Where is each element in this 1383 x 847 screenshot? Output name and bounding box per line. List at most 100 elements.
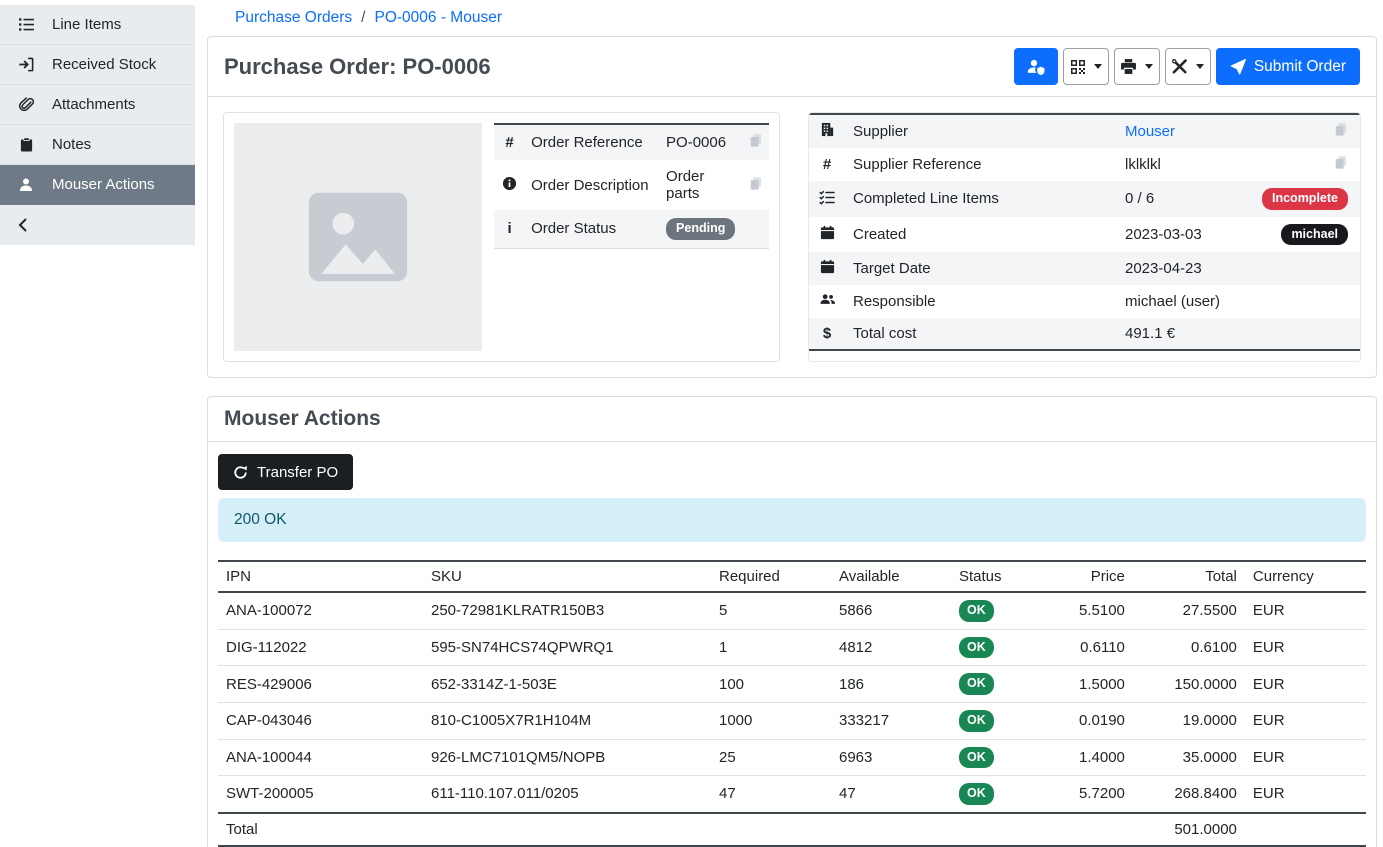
mouser-actions-body: Transfer PO 200 OK IPN SKU Required Avai… [208, 442, 1376, 847]
caret-down-icon [1094, 64, 1102, 69]
order-info-panel: # Order Reference PO-0006 Order Descript… [223, 112, 780, 362]
info-icon: i [507, 220, 511, 237]
status-badge: Pending [666, 218, 735, 240]
cell-price: 5.7200 [1071, 776, 1133, 813]
sidebar-item-label: Line Items [52, 16, 121, 33]
detail-label: Target Date [845, 252, 1117, 285]
detail-label: Supplier Reference [845, 148, 1117, 181]
cell-ipn: ANA-100044 [218, 739, 423, 776]
sidebar-item-notes[interactable]: Notes [0, 125, 195, 165]
cell-status: OK [951, 666, 1071, 703]
refresh-icon [233, 465, 248, 480]
ok-badge: OK [959, 710, 994, 732]
submit-order-button[interactable]: Submit Order [1216, 48, 1360, 85]
cell-required: 1 [711, 629, 831, 666]
detail-value: PO-0006 [660, 124, 741, 160]
barcode-actions-button[interactable] [1063, 48, 1109, 85]
user-shield-icon [1027, 58, 1045, 76]
detail-row-completed-line-items: Completed Line Items 0 / 6 Incomplete [809, 181, 1360, 217]
copy-icon[interactable] [1334, 155, 1348, 170]
cell-status: OK [951, 739, 1071, 776]
sidebar-item-line-items[interactable]: Line Items [0, 5, 195, 45]
order-image-placeholder [234, 123, 482, 351]
calendar-icon [820, 259, 835, 274]
sidebar-item-label: Attachments [52, 96, 135, 113]
col-total: Total [1133, 561, 1245, 592]
copy-icon[interactable] [749, 133, 763, 148]
col-sku: SKU [423, 561, 711, 592]
detail-value: Order parts [660, 160, 741, 210]
transfer-po-button[interactable]: Transfer PO [218, 454, 353, 490]
detail-row-target-date: Target Date 2023-04-23 [809, 252, 1360, 285]
issue-order-button[interactable] [1014, 48, 1058, 85]
cell-available: 5866 [831, 592, 951, 629]
detail-row-supplier-reference: # Supplier Reference lklklkl [809, 148, 1360, 181]
sidebar: Line Items Received Stock Attachments No… [0, 0, 195, 245]
order-card-header: Purchase Order: PO-0006 [208, 37, 1376, 97]
cell-total: 19.0000 [1133, 702, 1245, 739]
footer-total-value: 501.0000 [1133, 813, 1245, 846]
print-actions-button[interactable] [1114, 48, 1160, 85]
cell-required: 1000 [711, 702, 831, 739]
cell-total: 35.0000 [1133, 739, 1245, 776]
cell-price: 1.4000 [1071, 739, 1133, 776]
copy-icon[interactable] [749, 176, 763, 191]
cell-status: OK [951, 592, 1071, 629]
cell-price: 1.5000 [1071, 666, 1133, 703]
table-row: ANA-100044 926-LMC7101QM5/NOPB 25 6963 O… [218, 739, 1366, 776]
table-row: RES-429006 652-3314Z-1-503E 100 186 OK 1… [218, 666, 1366, 703]
detail-label: Completed Line Items [845, 181, 1117, 217]
cell-required: 25 [711, 739, 831, 776]
detail-row-order-description: Order Description Order parts [494, 160, 769, 210]
cell-sku: 595-SN74HCS74QPWRQ1 [423, 629, 711, 666]
detail-label: Order Description [525, 160, 660, 210]
cell-total: 150.0000 [1133, 666, 1245, 703]
detail-row-supplier: Supplier Mouser [809, 114, 1360, 148]
app-root: Line Items Received Stock Attachments No… [0, 0, 1383, 847]
cell-price: 0.0190 [1071, 702, 1133, 739]
table-header: IPN SKU Required Available Status Price … [218, 561, 1366, 592]
order-details-table: # Order Reference PO-0006 Order Descript… [494, 123, 769, 249]
header-actions: Submit Order [1014, 48, 1360, 85]
cell-ipn: RES-429006 [218, 666, 423, 703]
detail-value: 0 / 6 [1117, 181, 1240, 217]
detail-row-responsible: Responsible michael (user) [809, 285, 1360, 318]
main-content: Purchase Orders / PO-0006 - Mouser Purch… [195, 0, 1383, 847]
info-circle-icon [502, 176, 517, 191]
cell-available: 333217 [831, 702, 951, 739]
sidebar-item-mouser-actions[interactable]: Mouser Actions [0, 165, 195, 205]
sidebar-item-received-stock[interactable]: Received Stock [0, 45, 195, 85]
breadcrumb-purchase-orders[interactable]: Purchase Orders [235, 9, 352, 27]
detail-label: Order Status [525, 210, 660, 248]
cell-status: OK [951, 702, 1071, 739]
printer-icon [1120, 58, 1137, 75]
copy-icon[interactable] [1334, 122, 1348, 137]
ok-badge: OK [959, 747, 994, 769]
cell-status: OK [951, 776, 1071, 813]
cell-total: 268.8400 [1133, 776, 1245, 813]
detail-row-created: Created 2023-03-03 michael [809, 217, 1360, 253]
calendar-icon [820, 225, 835, 240]
cell-currency: EUR [1245, 739, 1366, 776]
sidebar-collapse-button[interactable] [0, 205, 195, 245]
breadcrumb: Purchase Orders / PO-0006 - Mouser [207, 6, 1377, 36]
table-row: ANA-100072 250-72981KLRATR150B3 5 5866 O… [218, 592, 1366, 629]
line-items-table: IPN SKU Required Available Status Price … [218, 560, 1366, 847]
col-status: Status [951, 561, 1071, 592]
cell-status: OK [951, 629, 1071, 666]
detail-value: michael (user) [1117, 285, 1240, 318]
supplier-details-table: Supplier Mouser # Supplier Reference lkl… [809, 113, 1360, 351]
breadcrumb-separator: / [361, 9, 365, 27]
table-row: SWT-200005 611-110.107.011/0205 47 47 OK… [218, 776, 1366, 813]
sidebar-item-attachments[interactable]: Attachments [0, 85, 195, 125]
qrcode-icon [1070, 59, 1086, 75]
cell-sku: 926-LMC7101QM5/NOPB [423, 739, 711, 776]
detail-label: Responsible [845, 285, 1117, 318]
order-actions-button[interactable] [1165, 48, 1211, 85]
supplier-link[interactable]: Mouser [1125, 123, 1175, 140]
cell-currency: EUR [1245, 592, 1366, 629]
footer-total-label: Total [218, 813, 423, 846]
tools-icon [1171, 58, 1188, 75]
breadcrumb-current-order[interactable]: PO-0006 - Mouser [374, 9, 502, 27]
caret-down-icon [1196, 64, 1204, 69]
